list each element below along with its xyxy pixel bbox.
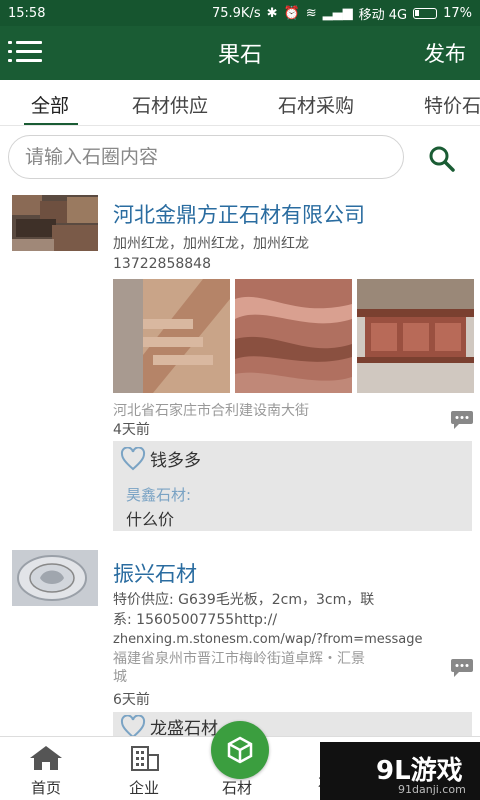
- nav-stone-label[interactable]: 石材: [222, 777, 252, 798]
- comment-icon[interactable]: [450, 658, 474, 678]
- search-icon[interactable]: [428, 145, 456, 173]
- status-time: 15:58: [8, 5, 46, 21]
- post-description: 加州红龙，加州红龙，加州红龙 13722858848: [113, 234, 458, 274]
- wifi-icon: ≋: [305, 5, 317, 21]
- watermark-logo: 9L游戏: [376, 756, 463, 786]
- building-icon: [131, 746, 159, 771]
- comment-icon[interactable]: [450, 410, 474, 430]
- tab-all[interactable]: 全部: [31, 91, 69, 118]
- battery-percent: 17%: [443, 5, 472, 21]
- post-card[interactable]: 河北金鼎方正石材有限公司 加州红龙，加州红龙，加州红龙 13722858848: [0, 188, 480, 546]
- company-name[interactable]: 振兴石材: [113, 558, 197, 588]
- home-icon: [30, 746, 62, 770]
- search-bar: [0, 126, 480, 188]
- network-speed: 75.9K/s: [211, 5, 261, 21]
- post-photo[interactable]: [113, 279, 230, 393]
- like-row: 龙盛石材: [120, 714, 218, 736]
- search-input[interactable]: [8, 135, 404, 179]
- nav-company-label: 企业: [128, 779, 159, 797]
- app-header: 果石 发布: [0, 26, 480, 80]
- page-title: 果石: [217, 43, 262, 68]
- signal-icon: ▂▄▆: [322, 5, 353, 21]
- nav-stone-button[interactable]: [211, 721, 269, 779]
- post-phone: 13722858848: [113, 256, 211, 272]
- publish-button[interactable]: 发布: [424, 38, 466, 68]
- post-desc-line: 特价供应: G639毛光板，2cm，3cm，联: [113, 592, 375, 608]
- cube-icon: [227, 736, 253, 764]
- liker-name[interactable]: 钱多多: [150, 446, 201, 471]
- battery-icon: [413, 7, 438, 19]
- company-name[interactable]: 河北金鼎方正石材有限公司: [113, 199, 365, 229]
- post-time: 6天前: [113, 692, 150, 708]
- post-card[interactable]: 振兴石材 特价供应: G639毛光板，2cm，3cm，联 系: 15605007…: [0, 546, 480, 736]
- heart-icon[interactable]: [120, 446, 146, 471]
- nav-home-label: 首页: [30, 779, 61, 797]
- post-description: 特价供应: G639毛光板，2cm，3cm，联 系: 15605007755ht…: [113, 590, 463, 650]
- watermark-url: 91danji.com: [398, 783, 466, 796]
- nav-home[interactable]: 首页: [28, 745, 64, 798]
- category-tabs: 全部 石材供应 石材采购 特价石: [0, 80, 480, 126]
- post-address: 福建省泉州市晋江市梅岭街道卓辉・汇景 城: [113, 650, 443, 686]
- post-address-line: 福建省泉州市晋江市梅岭街道卓辉・汇景: [113, 651, 365, 667]
- post-link[interactable]: zhenxing.m.stonesm.com/wap/?from=message: [113, 630, 463, 650]
- post-desc-line: 加州红龙，加州红龙，加州红龙: [113, 236, 309, 252]
- liker-name[interactable]: 龙盛石材: [150, 714, 218, 736]
- post-time: 4天前: [113, 422, 150, 438]
- heart-icon[interactable]: [120, 714, 146, 737]
- feed-list: 河北金鼎方正石材有限公司 加州红龙，加州红龙，加州红龙 13722858848: [0, 188, 480, 736]
- tab-stone-purchase[interactable]: 石材采购: [278, 91, 354, 118]
- company-avatar[interactable]: [12, 550, 98, 606]
- post-photo[interactable]: [357, 279, 474, 393]
- alarm-icon: ⏰: [283, 5, 300, 21]
- status-bar: 15:58 75.9K/s ✱ ⏰ ≋ ▂▄▆ 移动 4G 17%: [0, 0, 480, 26]
- tab-special-price[interactable]: 特价石: [424, 91, 480, 118]
- bluetooth-icon: ✱: [266, 5, 278, 21]
- like-row: 钱多多: [120, 446, 201, 471]
- post-desc-line: 系: 15605007755http://: [113, 612, 278, 628]
- carrier-label: 移动 4G: [358, 7, 408, 23]
- reply-author[interactable]: 昊鑫石材:: [126, 484, 191, 505]
- tab-stone-supply[interactable]: 石材供应: [132, 91, 208, 118]
- post-photo[interactable]: [235, 279, 352, 393]
- nav-company[interactable]: 企业: [126, 745, 162, 798]
- post-address: 河北省石家庄市合利建设南大街: [113, 403, 309, 419]
- reply-text: 什么价: [126, 510, 175, 529]
- post-address-line: 城: [113, 669, 127, 685]
- company-avatar[interactable]: [12, 195, 98, 251]
